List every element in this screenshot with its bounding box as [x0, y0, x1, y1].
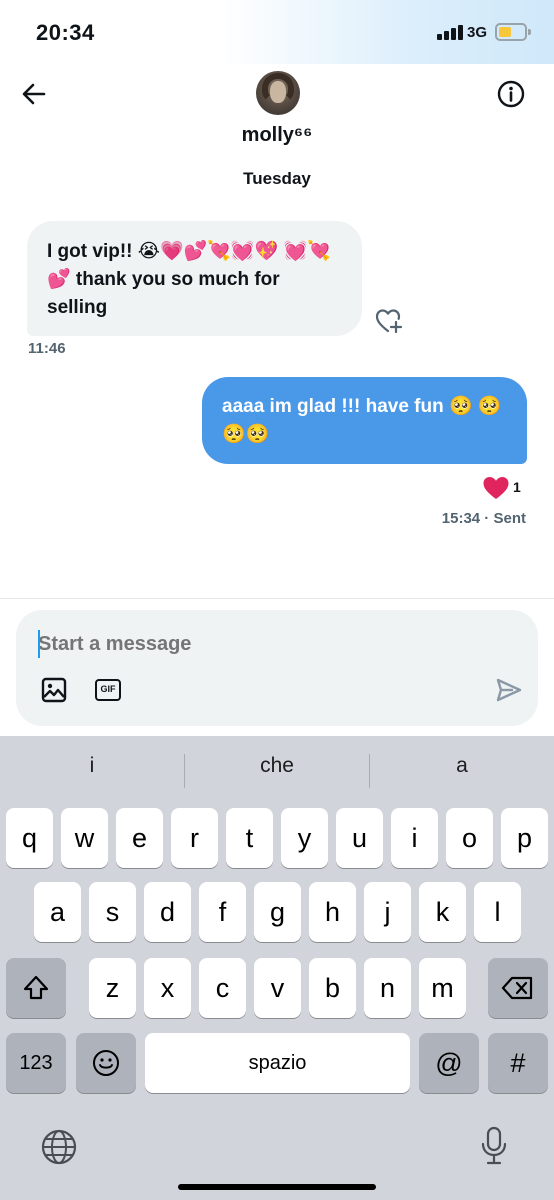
key-z[interactable]: z — [89, 958, 136, 1018]
hash-key[interactable]: # — [488, 1033, 548, 1093]
outgoing-message-bubble[interactable]: aaaa im glad !!! have fun 🥺 🥺🥺🥺 — [202, 377, 527, 464]
key-w[interactable]: w — [61, 808, 108, 868]
key-q[interactable]: q — [6, 808, 53, 868]
suggestion-3[interactable]: a — [370, 754, 554, 778]
signal-icon — [437, 24, 463, 40]
info-icon — [497, 80, 525, 108]
incoming-message-time: 11:46 — [28, 340, 66, 357]
key-e[interactable]: e — [116, 808, 163, 868]
backspace-key[interactable] — [488, 958, 548, 1018]
key-p[interactable]: p — [501, 808, 548, 868]
shift-key[interactable] — [6, 958, 66, 1018]
key-s[interactable]: s — [89, 882, 136, 942]
add-image-button[interactable] — [40, 676, 68, 704]
emoji-icon — [93, 1050, 119, 1076]
key-l[interactable]: l — [474, 882, 521, 942]
key-x[interactable]: x — [144, 958, 191, 1018]
microphone-icon[interactable] — [480, 1126, 508, 1173]
key-c[interactable]: c — [199, 958, 246, 1018]
space-key[interactable]: spazio — [145, 1033, 410, 1093]
incoming-message-bubble[interactable]: I got vip!! 😭💗💕💘💓💖 💓💘💕 thank you so much… — [27, 221, 362, 336]
key-j[interactable]: j — [364, 882, 411, 942]
keyboard: i che a q w e r t y u i o p a s d f g h … — [0, 736, 554, 1200]
outgoing-message-time: 15:34 — [441, 510, 481, 527]
heart-plus-icon — [375, 309, 403, 334]
key-t[interactable]: t — [226, 808, 273, 868]
suggestion-2[interactable]: che — [185, 754, 369, 778]
sent-status: Sent — [493, 510, 526, 527]
key-r[interactable]: r — [171, 808, 218, 868]
composer-divider — [0, 598, 554, 599]
back-button[interactable] — [18, 78, 50, 110]
text-cursor — [38, 630, 40, 658]
key-a[interactable]: a — [34, 882, 81, 942]
key-k[interactable]: k — [419, 882, 466, 942]
key-d[interactable]: d — [144, 882, 191, 942]
battery-icon — [495, 23, 531, 41]
message-input[interactable] — [38, 630, 478, 658]
key-m[interactable]: m — [419, 958, 466, 1018]
suggestion-1[interactable]: i — [0, 754, 184, 778]
key-o[interactable]: o — [446, 808, 493, 868]
status-bar: 20:34 3G — [0, 0, 554, 64]
shift-icon — [23, 975, 49, 1000]
key-f[interactable]: f — [199, 882, 246, 942]
send-icon — [496, 678, 522, 702]
outgoing-message-status: 15:34 · Sent — [441, 510, 526, 527]
key-i[interactable]: i — [391, 808, 438, 868]
reaction-count: 1 — [513, 479, 521, 495]
key-n[interactable]: n — [364, 958, 411, 1018]
network-type: 3G — [467, 24, 488, 41]
emoji-key[interactable] — [76, 1033, 136, 1093]
message-composer: GIF — [16, 610, 538, 726]
gif-button[interactable]: GIF — [95, 679, 121, 701]
status-time: 20:34 — [36, 20, 95, 45]
date-divider: Tuesday — [243, 169, 311, 188]
heart-icon[interactable] — [482, 475, 510, 501]
avatar[interactable] — [256, 71, 300, 115]
numbers-key[interactable]: 123 — [6, 1033, 66, 1093]
conversation-info-button[interactable] — [496, 79, 526, 109]
conversation-username[interactable]: molly⁶⁶ — [0, 124, 554, 147]
key-b[interactable]: b — [309, 958, 356, 1018]
key-u[interactable]: u — [336, 808, 383, 868]
back-arrow-icon — [22, 83, 46, 105]
key-h[interactable]: h — [309, 882, 356, 942]
key-g[interactable]: g — [254, 882, 301, 942]
add-reaction-button[interactable] — [374, 306, 406, 336]
home-indicator — [178, 1184, 376, 1190]
key-v[interactable]: v — [254, 958, 301, 1018]
key-y[interactable]: y — [281, 808, 328, 868]
image-icon — [41, 677, 67, 703]
backspace-icon — [501, 976, 533, 1000]
send-button[interactable] — [496, 678, 522, 702]
at-key[interactable]: @ — [419, 1033, 479, 1093]
globe-icon[interactable] — [40, 1128, 78, 1171]
